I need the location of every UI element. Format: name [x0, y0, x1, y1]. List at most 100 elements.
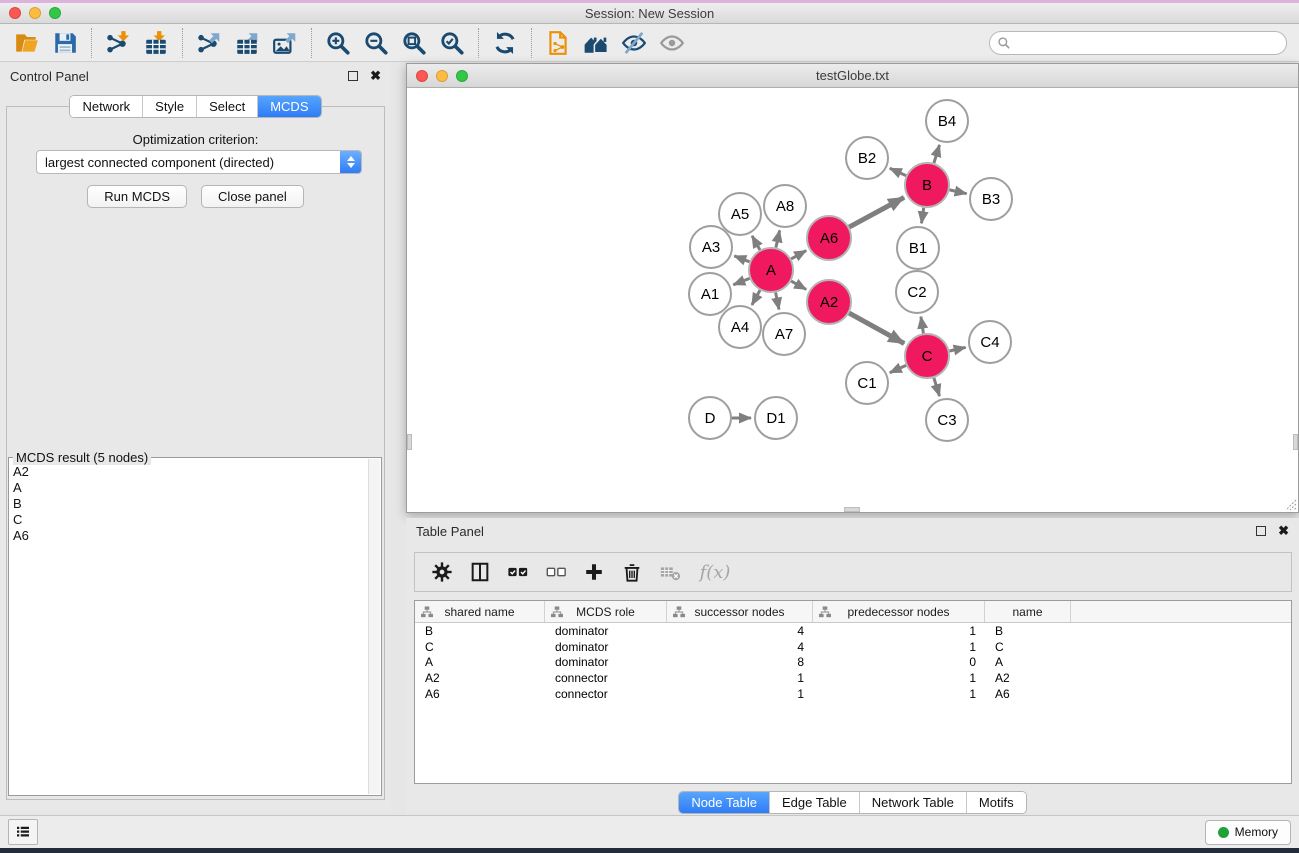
add-column-button[interactable]	[577, 556, 611, 588]
mcds-result-list[interactable]: A2ABCA6	[13, 464, 367, 793]
column-header-name[interactable]: name	[985, 601, 1071, 622]
table-cell[interactable]: B	[415, 624, 545, 638]
node-A5[interactable]: A5	[719, 193, 761, 235]
run-mcds-button[interactable]: Run MCDS	[87, 185, 187, 208]
task-history-button[interactable]	[8, 819, 38, 845]
edge-A-A7[interactable]	[776, 293, 779, 310]
column-header-MCDS-role[interactable]: MCDS role	[545, 601, 667, 622]
edge-A-A2[interactable]	[791, 281, 806, 289]
node-C1[interactable]: C1	[846, 362, 888, 404]
tab-select[interactable]: Select	[197, 96, 258, 117]
node-C4[interactable]: C4	[969, 321, 1011, 363]
edge-A-A5[interactable]	[752, 236, 760, 250]
node-A4[interactable]: A4	[719, 306, 761, 348]
tab-mcds[interactable]: MCDS	[258, 96, 320, 117]
edge-A2-C[interactable]	[849, 313, 904, 343]
table-cell[interactable]: 1	[813, 671, 985, 685]
table-cell[interactable]: 1	[813, 640, 985, 654]
table-cell[interactable]: A2	[415, 671, 545, 685]
table-cell[interactable]: 1	[813, 624, 985, 638]
table-cell[interactable]: dominator	[545, 655, 667, 669]
table-cell[interactable]: A	[415, 655, 545, 669]
zoom-fit-button[interactable]	[395, 27, 433, 59]
mcds-result-item[interactable]: A2	[13, 464, 367, 480]
node-A1[interactable]: A1	[689, 273, 731, 315]
node-A8[interactable]: A8	[764, 185, 806, 227]
export-table-button[interactable]	[228, 27, 266, 59]
table-cell[interactable]: connector	[545, 687, 667, 701]
table-cell[interactable]: A6	[985, 687, 1071, 701]
node-A[interactable]: A	[749, 248, 793, 292]
table-cell[interactable]: 1	[667, 687, 813, 701]
table-row[interactable]: Adominator80A	[415, 655, 1291, 671]
save-session-button[interactable]	[46, 27, 84, 59]
edge-B-B1[interactable]	[922, 208, 924, 224]
column-header-shared-name[interactable]: shared name	[415, 601, 545, 622]
deselect-all-button[interactable]	[539, 556, 573, 588]
edge-C-C1[interactable]	[890, 365, 906, 372]
import-network-button[interactable]	[99, 27, 137, 59]
node-D[interactable]: D	[689, 397, 731, 439]
network-canvas[interactable]: B4 B2 B B3 A8 A5 A6 B1 A3 A A1 C2 A2	[407, 89, 1298, 512]
table-cell[interactable]: dominator	[545, 640, 667, 654]
table-cell[interactable]: 1	[813, 687, 985, 701]
table-cell[interactable]: 0	[813, 655, 985, 669]
table-cell[interactable]: 1	[667, 671, 813, 685]
new-network-from-selection-button[interactable]	[539, 27, 577, 59]
table-cell[interactable]: connector	[545, 671, 667, 685]
float-panel-icon[interactable]	[348, 71, 358, 81]
table-cell[interactable]: B	[985, 624, 1071, 638]
node-D1[interactable]: D1	[755, 397, 797, 439]
table-cell[interactable]: A	[985, 655, 1071, 669]
table-row[interactable]: Cdominator41C	[415, 639, 1291, 655]
open-session-button[interactable]	[8, 27, 46, 59]
node-A2[interactable]: A2	[807, 280, 851, 324]
first-neighbors-button[interactable]	[577, 27, 615, 59]
window-resize-handle-right[interactable]	[1293, 434, 1298, 450]
edge-B-B3[interactable]	[950, 190, 967, 194]
zoom-selected-button[interactable]	[433, 27, 471, 59]
table-cell[interactable]: C	[415, 640, 545, 654]
node-B1[interactable]: B1	[897, 227, 939, 269]
edge-B-B2[interactable]	[890, 168, 906, 175]
tab-motifs[interactable]: Motifs	[967, 792, 1026, 813]
node-B2[interactable]: B2	[846, 137, 888, 179]
export-network-button[interactable]	[190, 27, 228, 59]
table-settings-button[interactable]	[425, 556, 459, 588]
table-row[interactable]: A2connector11A2	[415, 670, 1291, 686]
network-window-titlebar[interactable]: testGlobe.txt	[407, 64, 1298, 88]
column-header-predecessor-nodes[interactable]: predecessor nodes	[813, 601, 985, 622]
node-B4[interactable]: B4	[926, 100, 968, 142]
network-graph[interactable]: B4 B2 B B3 A8 A5 A6 B1 A3 A A1 C2 A2	[407, 89, 1298, 512]
edge-A-A1[interactable]	[733, 278, 749, 284]
window-resize-handle-left[interactable]	[407, 434, 412, 450]
table-cell[interactable]: 4	[667, 624, 813, 638]
window-resize-handle-bottom[interactable]	[844, 507, 860, 512]
table-row[interactable]: A6connector11A6	[415, 686, 1291, 702]
edge-A-A3[interactable]	[734, 256, 749, 262]
window-resize-corner-icon[interactable]	[1283, 497, 1297, 511]
node-B[interactable]: B	[905, 163, 949, 207]
table-cell[interactable]: 4	[667, 640, 813, 654]
table-close-panel-icon[interactable]: ✖	[1278, 526, 1289, 536]
mcds-result-item[interactable]: B	[13, 496, 367, 512]
mcds-result-item[interactable]: A	[13, 480, 367, 496]
tab-node-table[interactable]: Node Table	[679, 792, 770, 813]
table-cell[interactable]: dominator	[545, 624, 667, 638]
close-panel-button[interactable]: Close panel	[201, 185, 304, 208]
edge-C-C3[interactable]	[934, 378, 940, 396]
hide-selected-button[interactable]	[615, 27, 653, 59]
zoom-in-button[interactable]	[319, 27, 357, 59]
node-A6[interactable]: A6	[807, 216, 851, 260]
edge-C-C2[interactable]	[921, 317, 924, 334]
edge-A-A6[interactable]	[791, 251, 806, 259]
node-B3[interactable]: B3	[970, 178, 1012, 220]
delete-column-button[interactable]	[615, 556, 649, 588]
edge-A6-B[interactable]	[849, 197, 904, 227]
table-row[interactable]: Bdominator41B	[415, 623, 1291, 639]
table-cell[interactable]: A6	[415, 687, 545, 701]
node-A7[interactable]: A7	[763, 313, 805, 355]
edge-A-A8[interactable]	[776, 230, 780, 247]
refresh-button[interactable]	[486, 27, 524, 59]
table-cell[interactable]: 8	[667, 655, 813, 669]
